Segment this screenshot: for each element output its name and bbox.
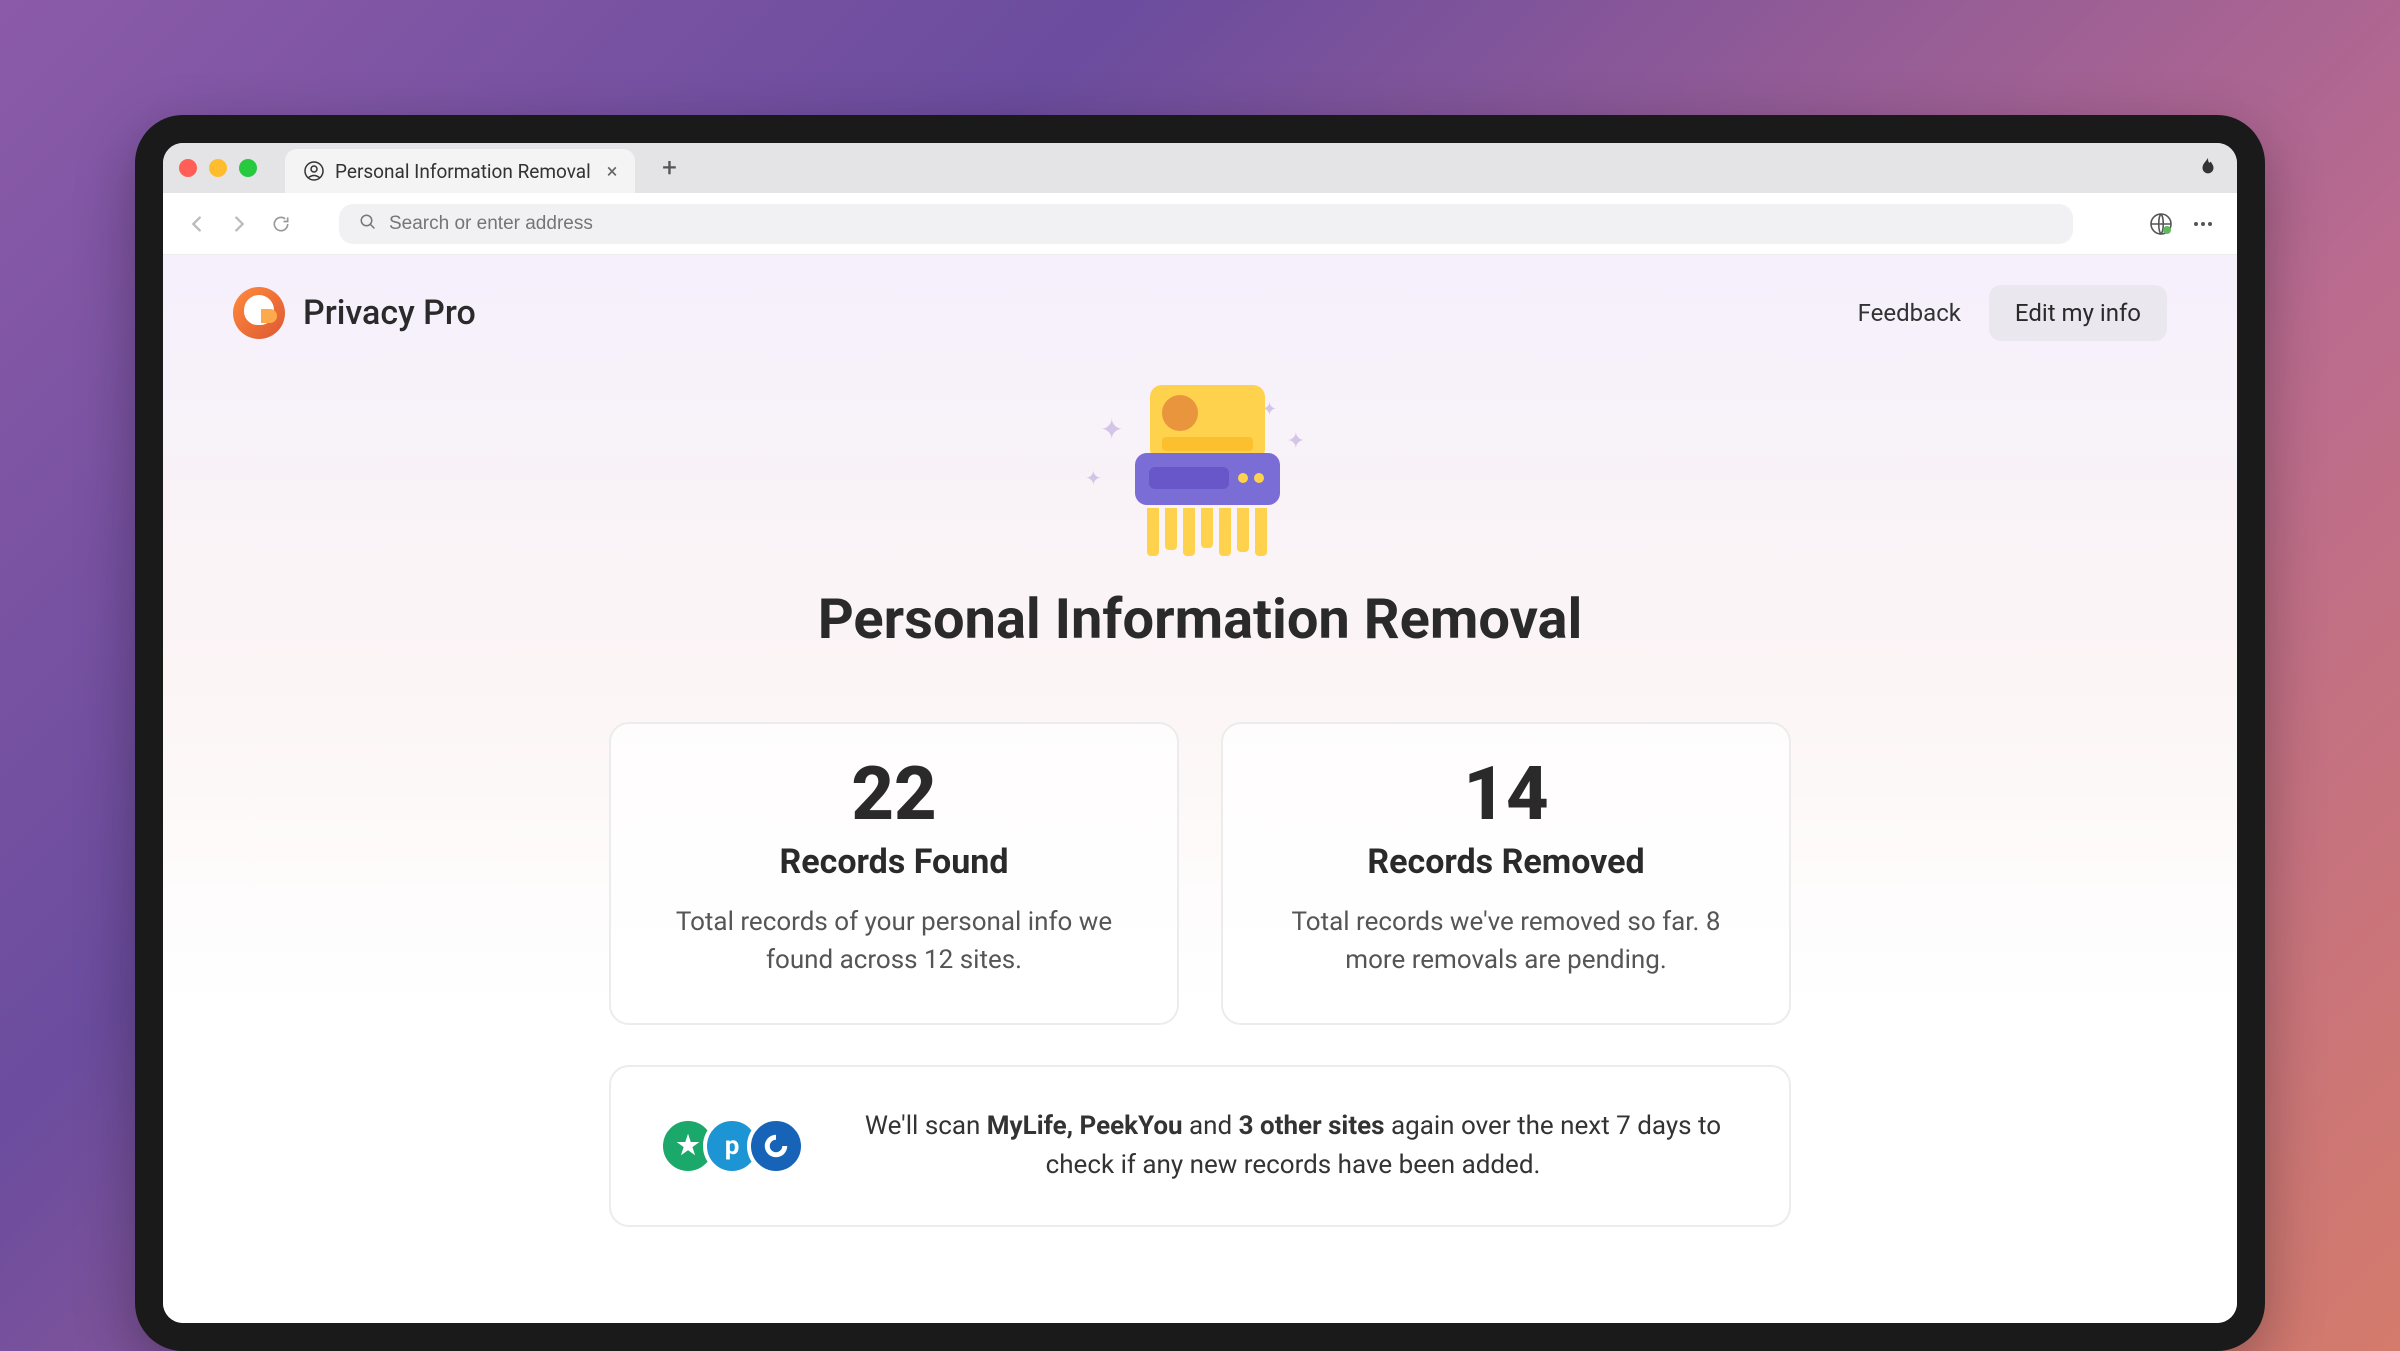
- tab-close-icon[interactable]: ×: [607, 159, 618, 183]
- shredder-illustration-icon: ✦✦✦✦: [1095, 381, 1305, 556]
- window-controls: [179, 159, 257, 177]
- address-input[interactable]: [389, 213, 2053, 235]
- close-window-button[interactable]: [179, 159, 197, 177]
- hero: ✦✦✦✦ Personal Information Removal 22 Rec…: [233, 381, 2167, 1227]
- records-found-card: 22 Records Found Total records of your p…: [609, 722, 1179, 1025]
- site-icon: [747, 1117, 805, 1175]
- minimize-window-button[interactable]: [209, 159, 227, 177]
- browser-screen: Personal Information Removal × +: [163, 143, 2237, 1323]
- brand-title: Privacy Pro: [303, 293, 476, 333]
- search-icon: [359, 213, 377, 235]
- records-removed-description: Total records we've removed so far. 8 mo…: [1263, 904, 1749, 979]
- tab-favicon-icon: [303, 160, 325, 182]
- back-button[interactable]: [183, 210, 211, 238]
- records-removed-number: 14: [1263, 758, 1749, 832]
- browser-tab[interactable]: Personal Information Removal ×: [285, 149, 635, 193]
- records-removed-card: 14 Records Removed Total records we've r…: [1221, 722, 1791, 1025]
- tab-bar: Personal Information Removal × +: [163, 143, 2237, 193]
- scan-status-card: ★ p We'll scan MyLife, PeekYou and 3 oth…: [609, 1065, 1791, 1227]
- tab-title: Personal Information Removal: [335, 160, 591, 183]
- edit-my-info-button[interactable]: Edit my info: [1989, 285, 2167, 341]
- app-header: Privacy Pro Feedback Edit my info: [233, 285, 2167, 341]
- scan-status-text: We'll scan MyLife, PeekYou and 3 other s…: [845, 1107, 1741, 1185]
- maximize-window-button[interactable]: [239, 159, 257, 177]
- brand-logo-icon: [233, 287, 285, 339]
- records-found-description: Total records of your personal info we f…: [651, 904, 1137, 979]
- records-found-number: 22: [651, 758, 1137, 832]
- site-icon-stack: ★ p: [659, 1117, 805, 1175]
- new-tab-button[interactable]: +: [655, 154, 683, 182]
- feedback-link[interactable]: Feedback: [1858, 299, 1961, 327]
- shield-icon[interactable]: [2147, 210, 2175, 238]
- forward-button[interactable]: [225, 210, 253, 238]
- address-bar[interactable]: [339, 204, 2073, 244]
- fire-button-icon[interactable]: [2197, 156, 2221, 180]
- header-actions: Feedback Edit my info: [1858, 285, 2167, 341]
- device-frame: Personal Information Removal × +: [135, 115, 2265, 1351]
- records-removed-label: Records Removed: [1263, 842, 1749, 882]
- records-found-label: Records Found: [651, 842, 1137, 882]
- reload-button[interactable]: [267, 210, 295, 238]
- more-menu-icon[interactable]: [2189, 210, 2217, 238]
- browser-toolbar: [163, 193, 2237, 255]
- page-content: Privacy Pro Feedback Edit my info ✦✦✦✦ P…: [163, 255, 2237, 1323]
- stats-row: 22 Records Found Total records of your p…: [233, 722, 2167, 1025]
- page-title: Personal Information Removal: [233, 586, 2167, 652]
- brand: Privacy Pro: [233, 287, 476, 339]
